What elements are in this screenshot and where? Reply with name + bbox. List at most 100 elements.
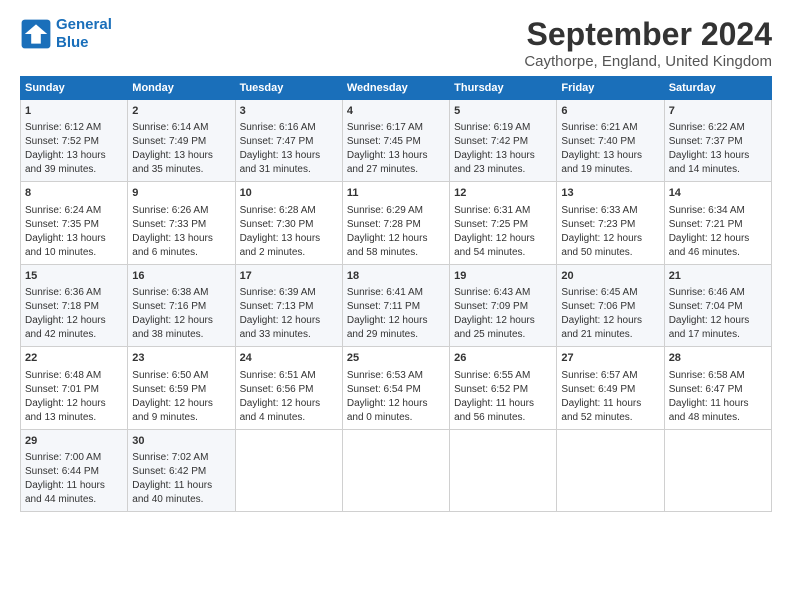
day-detail: and 35 minutes. [132, 163, 230, 177]
calendar-cell: 3Sunrise: 6:16 AMSunset: 7:47 PMDaylight… [235, 100, 342, 182]
calendar-cell: 22 Sunrise: 6:48 AMSunset: 7:01 PMDayligh… [21, 347, 128, 429]
day-number: 21 [669, 269, 767, 284]
day-number: 10 [240, 186, 338, 201]
calendar-cell [450, 429, 557, 511]
calendar-week-row: 29Sunrise: 7:00 AMSunset: 6:44 PMDayligh… [21, 429, 772, 511]
day-number: 6 [561, 104, 659, 119]
calendar-cell: 11Sunrise: 6:29 AMSunset: 7:28 PMDayligh… [342, 182, 449, 264]
day-detail: Daylight: 11 hours [561, 397, 659, 411]
title-block: September 2024 Caythorpe, England, Unite… [524, 16, 772, 70]
calendar-cell: 12Sunrise: 6:31 AMSunset: 7:25 PMDayligh… [450, 182, 557, 264]
day-number: 26 [454, 351, 552, 366]
day-detail: Sunrise: 6:48 AM [25, 369, 123, 383]
weekday-header-friday: Friday [557, 77, 664, 100]
day-detail: Daylight: 11 hours [25, 479, 123, 493]
day-number: 4 [347, 104, 445, 119]
calendar-cell: 25Sunrise: 6:53 AMSunset: 6:54 PMDayligh… [342, 347, 449, 429]
day-number: 13 [561, 186, 659, 201]
day-detail: and 29 minutes. [347, 328, 445, 342]
day-detail: and 48 minutes. [669, 411, 767, 425]
day-detail: Sunrise: 6:28 AM [240, 204, 338, 218]
day-detail: Sunset: 7:18 PM [25, 300, 123, 314]
calendar-cell [664, 429, 771, 511]
day-detail: and 38 minutes. [132, 328, 230, 342]
calendar-cell: 19Sunrise: 6:43 AMSunset: 7:09 PMDayligh… [450, 264, 557, 346]
day-detail: and 27 minutes. [347, 163, 445, 177]
weekday-header-wednesday: Wednesday [342, 77, 449, 100]
calendar-cell [235, 429, 342, 511]
calendar-week-row: 8Sunrise: 6:24 AMSunset: 7:35 PMDaylight… [21, 182, 772, 264]
calendar-subtitle: Caythorpe, England, United Kingdom [524, 53, 772, 70]
day-detail: and 33 minutes. [240, 328, 338, 342]
calendar-cell: 10 Sunrise: 6:28 AMSunset: 7:30 PMDayligh… [235, 182, 342, 264]
calendar-cell: 9Sunrise: 6:26 AMSunset: 7:33 PMDaylight… [128, 182, 235, 264]
day-detail: Sunset: 7:13 PM [240, 300, 338, 314]
day-number: 3 [240, 104, 338, 119]
day-detail: Sunrise: 6:24 AM [25, 204, 123, 218]
main-container: General Blue September 2024 Caythorpe, E… [0, 0, 792, 522]
day-number: 29 [25, 434, 123, 449]
day-detail: Sunset: 6:47 PM [669, 383, 767, 397]
day-detail: Daylight: 12 hours [347, 397, 445, 411]
day-number: 22 [25, 351, 123, 366]
day-number: 23 [132, 351, 230, 366]
day-detail: Sunrise: 6:26 AM [132, 204, 230, 218]
day-detail: Sunset: 7:30 PM [240, 218, 338, 232]
day-detail: Sunrise: 6:16 AM [240, 121, 338, 135]
day-detail: Sunset: 7:01 PM [25, 383, 123, 397]
calendar-cell: 8Sunrise: 6:24 AMSunset: 7:35 PMDaylight… [21, 182, 128, 264]
day-detail: Daylight: 12 hours [25, 397, 123, 411]
day-detail: Sunset: 7:52 PM [25, 135, 123, 149]
day-detail: and 6 minutes. [132, 246, 230, 260]
day-detail: Sunrise: 6:55 AM [454, 369, 552, 383]
day-detail: Daylight: 12 hours [454, 232, 552, 246]
day-detail: Sunset: 7:23 PM [561, 218, 659, 232]
logo-general: General [56, 16, 112, 33]
day-detail: and 0 minutes. [347, 411, 445, 425]
day-detail: and 39 minutes. [25, 163, 123, 177]
day-detail: Sunrise: 6:17 AM [347, 121, 445, 135]
day-number: 20 [561, 269, 659, 284]
day-detail: Sunrise: 6:51 AM [240, 369, 338, 383]
calendar-cell: 1Sunrise: 6:12 AMSunset: 7:52 PMDaylight… [21, 100, 128, 182]
day-detail: and 52 minutes. [561, 411, 659, 425]
day-detail: and 56 minutes. [454, 411, 552, 425]
day-number: 27 [561, 351, 659, 366]
day-detail: Sunrise: 6:46 AM [669, 286, 767, 300]
calendar-cell: 18Sunrise: 6:41 AMSunset: 7:11 PMDayligh… [342, 264, 449, 346]
day-detail: Daylight: 13 hours [240, 232, 338, 246]
calendar-cell [557, 429, 664, 511]
day-detail: and 21 minutes. [561, 328, 659, 342]
day-detail: Daylight: 12 hours [347, 314, 445, 328]
calendar-cell: 2Sunrise: 6:14 AMSunset: 7:49 PMDaylight… [128, 100, 235, 182]
day-detail: Daylight: 12 hours [561, 232, 659, 246]
day-detail: and 54 minutes. [454, 246, 552, 260]
calendar-cell: 14Sunrise: 6:34 AMSunset: 7:21 PMDayligh… [664, 182, 771, 264]
day-detail: and 44 minutes. [25, 493, 123, 507]
day-detail: Daylight: 11 hours [669, 397, 767, 411]
day-detail: Daylight: 13 hours [25, 232, 123, 246]
day-detail: Sunset: 6:56 PM [240, 383, 338, 397]
day-number: 19 [454, 269, 552, 284]
day-detail: Sunset: 7:06 PM [561, 300, 659, 314]
day-detail: Sunset: 7:16 PM [132, 300, 230, 314]
day-detail: Sunrise: 6:53 AM [347, 369, 445, 383]
day-detail: Sunrise: 6:34 AM [669, 204, 767, 218]
day-number: 28 [669, 351, 767, 366]
day-detail: and 10 minutes. [25, 246, 123, 260]
day-detail: Sunset: 7:04 PM [669, 300, 767, 314]
day-detail: Daylight: 13 hours [561, 149, 659, 163]
day-detail: Sunset: 6:42 PM [132, 465, 230, 479]
day-detail: Sunrise: 6:31 AM [454, 204, 552, 218]
day-detail: and 40 minutes. [132, 493, 230, 507]
day-detail: and 50 minutes. [561, 246, 659, 260]
day-detail: Sunset: 7:45 PM [347, 135, 445, 149]
day-detail: Daylight: 13 hours [454, 149, 552, 163]
calendar-cell: 30Sunrise: 7:02 AMSunset: 6:42 PMDayligh… [128, 429, 235, 511]
day-detail: and 42 minutes. [25, 328, 123, 342]
calendar-cell [342, 429, 449, 511]
day-detail: Sunrise: 6:22 AM [669, 121, 767, 135]
day-detail: Sunrise: 7:02 AM [132, 451, 230, 465]
calendar-cell: 15Sunrise: 6:36 AMSunset: 7:18 PMDayligh… [21, 264, 128, 346]
day-detail: Sunrise: 7:00 AM [25, 451, 123, 465]
